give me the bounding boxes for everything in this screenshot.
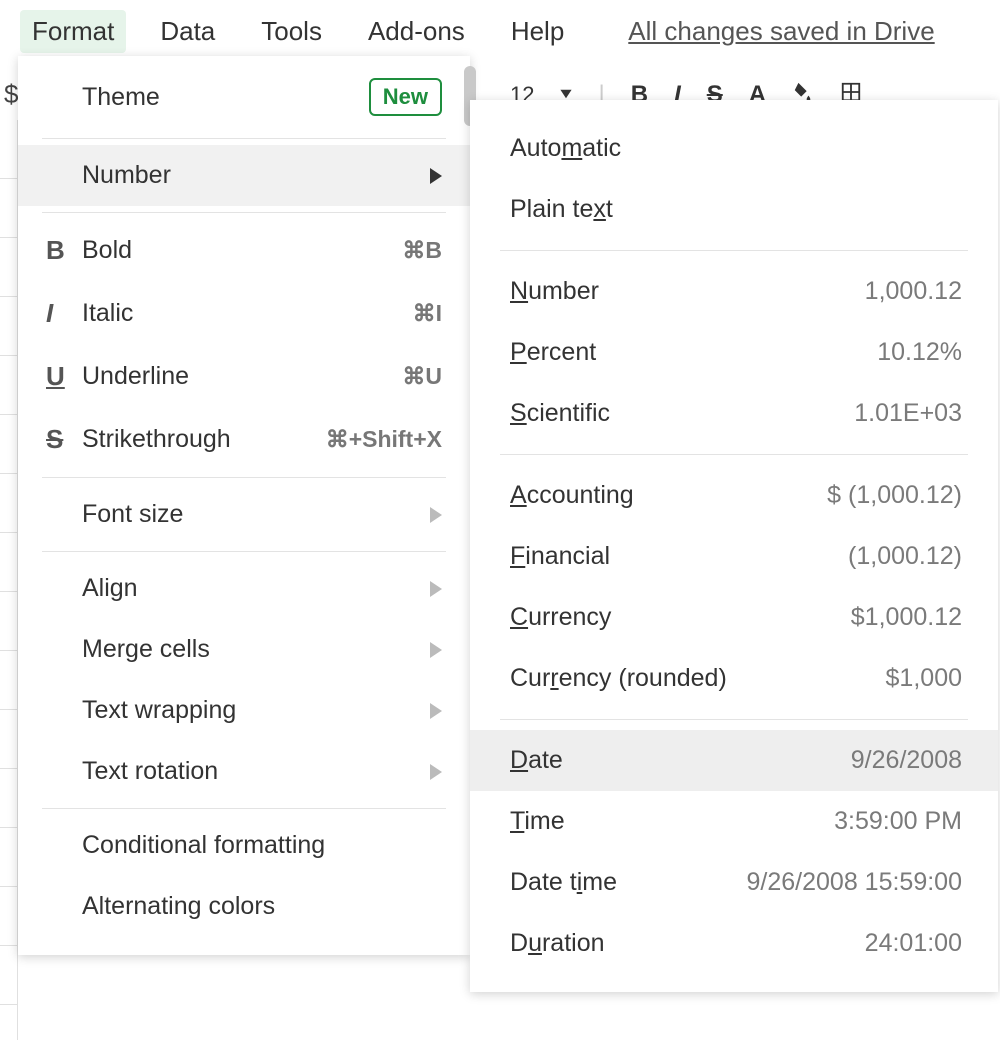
menu-item-merge-cells[interactable]: Merge cells [18,619,470,680]
menu-item-shortcut: ⌘I [413,300,442,327]
menu-item-label: Date time [510,868,617,897]
format-financial[interactable]: Financial (1,000.12) [470,526,998,587]
currency-icon[interactable]: $ [4,79,18,110]
format-example: 24:01:00 [865,929,962,958]
format-example: 3:59:00 PM [834,807,962,836]
menu-item-label: Financial [510,542,610,571]
format-example: 9/26/2008 [851,746,962,775]
menu-separator [42,551,446,552]
menu-item-label: Strikethrough [82,425,326,454]
menu-item-shortcut: ⌘U [402,363,442,390]
menu-data[interactable]: Data [148,10,227,53]
menu-item-label: Percent [510,338,596,367]
format-example: $1,000.12 [851,603,962,632]
menu-item-alternating-colors[interactable]: Alternating colors [18,876,470,937]
menu-item-number[interactable]: Number [18,145,470,206]
format-accounting[interactable]: Accounting $ (1,000.12) [470,465,998,526]
menu-item-label: Currency [510,603,611,632]
menu-format[interactable]: Format [20,10,126,53]
menu-separator [42,808,446,809]
menu-tools[interactable]: Tools [249,10,334,53]
format-plain-text[interactable]: Plain text [470,179,998,240]
spreadsheet-row-headers [0,120,18,1040]
menu-item-label: Align [82,574,430,603]
menu-item-label: Currency (rounded) [510,664,727,693]
menu-item-conditional-formatting[interactable]: Conditional formatting [18,815,470,876]
menu-separator [500,719,968,720]
menu-item-label: Duration [510,929,605,958]
menu-item-label: Bold [82,236,402,265]
menu-item-label: Automatic [510,134,621,163]
menu-item-text-rotation[interactable]: Text rotation [18,741,470,802]
bold-icon: B [46,235,82,266]
menu-item-align[interactable]: Align [18,558,470,619]
menu-item-italic[interactable]: I Italic ⌘I [18,282,470,345]
menu-separator [500,454,968,455]
submenu-arrow-icon [430,764,442,780]
menu-separator [42,477,446,478]
save-status[interactable]: All changes saved in Drive [628,16,934,47]
format-example: 10.12% [877,338,962,367]
new-badge: New [369,78,442,116]
format-example: $1,000 [886,664,962,693]
format-scientific[interactable]: Scientific 1.01E+03 [470,383,998,444]
menu-item-shortcut: ⌘B [402,237,442,264]
submenu-arrow-icon [430,168,442,184]
strikethrough-icon: S [46,424,82,455]
format-menu-dropdown: Theme New Number B Bold ⌘B I Italic ⌘I U… [18,56,470,955]
menu-item-label: Accounting [510,481,634,510]
menu-item-shortcut: ⌘+Shift+X [326,426,442,453]
submenu-arrow-icon [430,642,442,658]
submenu-arrow-icon [430,581,442,597]
format-date[interactable]: Date 9/26/2008 [470,730,998,791]
menu-item-label: Text wrapping [82,696,430,725]
format-percent[interactable]: Percent 10.12% [470,322,998,383]
submenu-arrow-icon [430,507,442,523]
format-example: 9/26/2008 15:59:00 [747,868,962,897]
format-example: 1,000.12 [865,277,962,306]
menu-item-font-size[interactable]: Font size [18,484,470,545]
menu-item-text-wrapping[interactable]: Text wrapping [18,680,470,741]
menu-help[interactable]: Help [499,10,576,53]
menu-item-label: Alternating colors [82,892,442,921]
format-currency-rounded[interactable]: Currency (rounded) $1,000 [470,648,998,709]
format-example: $ (1,000.12) [827,481,962,510]
menu-addons[interactable]: Add-ons [356,10,477,53]
menu-item-label: Text rotation [82,757,430,786]
menu-separator [500,250,968,251]
menu-item-label: Scientific [510,399,610,428]
format-date-time[interactable]: Date time 9/26/2008 15:59:00 [470,852,998,913]
menu-item-label: Conditional formatting [82,831,442,860]
format-time[interactable]: Time 3:59:00 PM [470,791,998,852]
menu-item-label: Font size [82,500,430,529]
menu-item-label: Merge cells [82,635,430,664]
format-automatic[interactable]: Automatic [470,118,998,179]
underline-icon: U [46,361,82,392]
format-currency[interactable]: Currency $1,000.12 [470,587,998,648]
menu-item-theme[interactable]: Theme New [18,62,470,132]
format-example: (1,000.12) [848,542,962,571]
menu-separator [42,212,446,213]
menu-item-label: Italic [82,299,413,328]
submenu-arrow-icon [430,703,442,719]
menu-item-underline[interactable]: U Underline ⌘U [18,345,470,408]
menu-item-label: Time [510,807,565,836]
format-example: 1.01E+03 [854,399,962,428]
menu-item-label: Date [510,746,563,775]
menu-item-label: Number [82,161,430,190]
format-number[interactable]: Number 1,000.12 [470,261,998,322]
menu-item-label: Underline [82,362,402,391]
menubar: Format Data Tools Add-ons Help All chang… [0,10,935,53]
italic-icon: I [46,298,82,329]
menu-separator [42,138,446,139]
menu-item-label: Number [510,277,599,306]
menu-item-label: Plain text [510,195,613,224]
menu-item-label: Theme [82,83,369,112]
format-duration[interactable]: Duration 24:01:00 [470,913,998,974]
menu-item-bold[interactable]: B Bold ⌘B [18,219,470,282]
menu-item-strikethrough[interactable]: S Strikethrough ⌘+Shift+X [18,408,470,471]
number-format-submenu: Automatic Plain text Number 1,000.12 Per… [470,100,998,992]
